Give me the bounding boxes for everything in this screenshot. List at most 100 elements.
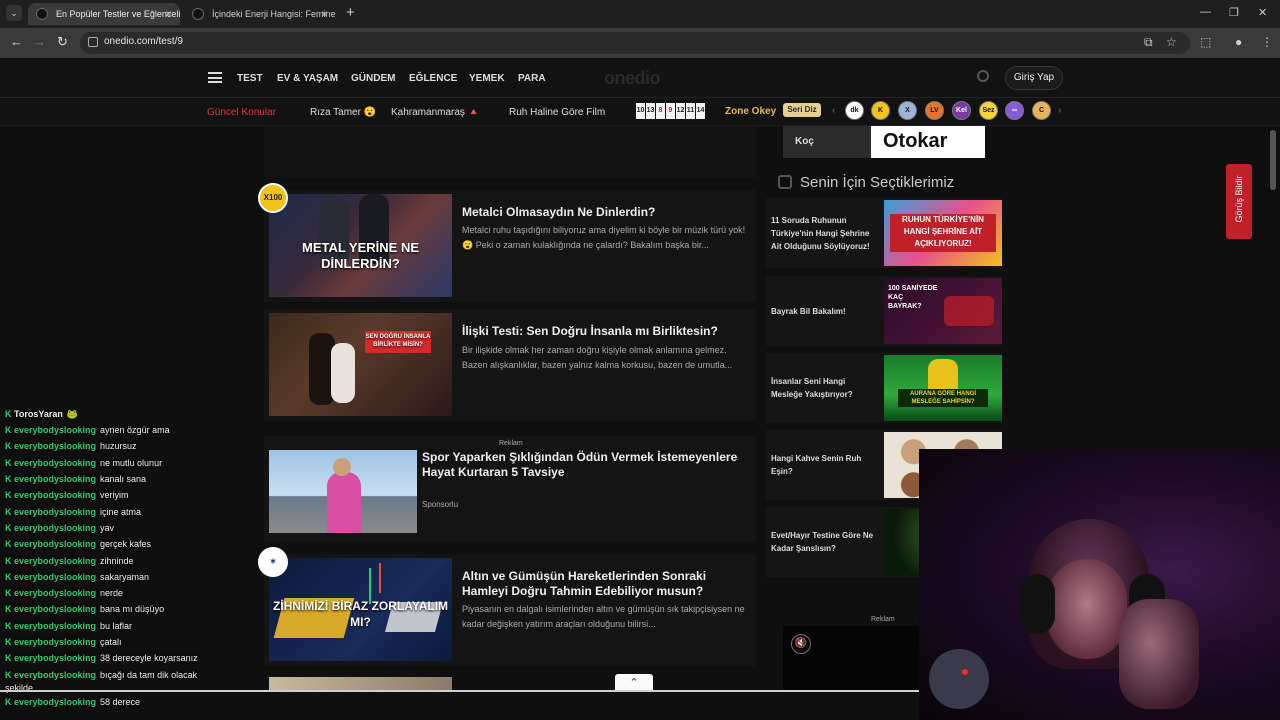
minimize-button[interactable]: — (1200, 6, 1211, 18)
quiz-title[interactable]: Metalci Olmasaydın Ne Dinlerdin? (462, 205, 747, 220)
quiz-thumbnail[interactable] (269, 677, 452, 690)
ad-banner[interactable]: Koç Otokar (783, 126, 985, 158)
ad-label: Reklam (499, 440, 523, 447)
trending-label[interactable]: Güncel Konular (207, 107, 276, 118)
recommendation-title[interactable]: İnsanlar Seni Hangi Mesleğe Yakıştırıyor… (771, 375, 879, 401)
game-icon-kel[interactable]: Kel (952, 101, 971, 120)
game-icon-x[interactable]: X (898, 101, 917, 120)
number-game-tiles[interactable]: 10 13 8 9 12 11 14 (636, 103, 705, 119)
close-tab-icon[interactable]: × (321, 3, 328, 25)
site-logo[interactable]: onedio (604, 68, 661, 89)
recommendation-title[interactable]: Bayrak Bil Bakalım! (771, 305, 879, 318)
recommendation-item[interactable]: İnsanlar Seni Hangi Mesleğe Yakıştırıyor… (766, 353, 1002, 423)
ad-label: Reklam (871, 616, 895, 623)
thumb-caption: METAL YERİNE NE DİNLERDİN? (301, 240, 420, 271)
close-window-button[interactable]: ✕ (1258, 6, 1267, 19)
quiz-title[interactable]: Altın ve Gümüşün Hareketlerinden Sonraki… (462, 569, 747, 599)
number-tile: 9 (666, 103, 675, 119)
number-tile: 11 (686, 103, 695, 119)
recommendation-title[interactable]: Evet/Hayır Testine Göre Ne Kadar Şanslıs… (771, 529, 879, 555)
search-icon[interactable] (977, 70, 989, 82)
extensions-icon[interactable]: ⬚ (1200, 35, 1211, 49)
quiz-thumbnail[interactable]: SEN DOĞRU İNSANLA BİRLİKTE MİSİN? (269, 313, 452, 416)
nav-test[interactable]: TEST (237, 73, 263, 84)
site-info-icon[interactable] (88, 37, 98, 47)
reload-icon[interactable]: ↻ (57, 34, 68, 50)
recommendation-title[interactable]: 11 Soruda Ruhunun Türkiye'nin Hangi Şehr… (771, 214, 879, 253)
trending-item[interactable]: Rıza Tamer 😮 (310, 107, 376, 118)
recommendation-thumbnail[interactable]: AURANA GÖRE HANGİ MESLEĞE SAHİPSİN? (884, 355, 1002, 421)
tab-strip: ⌄ En Popüler Testler ve Eğlenceli × İçin… (0, 0, 1280, 28)
quiz-card[interactable]: ZİHNİMİZİ BİRAZ ZORLAYALIM MI? Altın ve … (264, 554, 756, 666)
quiz-thumbnail[interactable]: ZİHNİMİZİ BİRAZ ZORLAYALIM MI? (269, 558, 452, 661)
zone-okey-link[interactable]: Zone Okey (725, 106, 776, 117)
chat-message: K TorosYaran 🐸 (5, 409, 79, 419)
nav-ev-yasam[interactable]: EV & YAŞAM (277, 73, 338, 84)
nav-yemek[interactable]: YEMEK (469, 73, 505, 84)
sponsored-title[interactable]: Spor Yaparken Şıklığından Ödün Vermek İs… (422, 450, 747, 480)
game-icon-infinity[interactable]: ∞ (1005, 101, 1024, 120)
browser-menu-icon[interactable]: ⋮ (1261, 35, 1273, 49)
profile-avatar-icon[interactable]: ● (1235, 35, 1242, 49)
recommendation-title[interactable]: Hangi Kahve Senin Ruh Eşin? (771, 452, 879, 478)
onedio-favicon-icon (192, 8, 204, 20)
restore-button[interactable]: ❐ (1229, 6, 1239, 19)
nav-para[interactable]: PARA (518, 73, 546, 84)
hamburger-menu-icon[interactable] (208, 72, 222, 83)
seri-diz-badge[interactable]: Seri Diz (783, 103, 821, 117)
game-icon-dk[interactable]: dk (845, 101, 864, 120)
chat-message: Keverybodyslooking huzursuz (5, 441, 137, 451)
nav-eglence[interactable]: EĞLENCE (409, 73, 457, 84)
recommendation-item[interactable]: 11 Soruda Ruhunun Türkiye'nin Hangi Şehr… (766, 198, 1002, 268)
game-icon-kelime[interactable]: K (871, 101, 890, 120)
tab-2[interactable]: İçindeki Enerji Hangisi: Feminen × (184, 3, 336, 25)
thumb-caption: SEN DOĞRU İNSANLA BİRLİKTE MİSİN? (365, 334, 431, 348)
chevron-right-icon[interactable]: › (1058, 105, 1061, 116)
chat-message: Keverybodyslooking içine atma (5, 507, 142, 517)
number-tile: 10 (636, 103, 645, 119)
thumb-caption: RUHUN TÜRKİYE'NİN HANGİ ŞEHRİNE AİT AÇIK… (902, 215, 984, 248)
chat-message: Keverybodyslooking kanalı sana (5, 474, 147, 484)
mute-icon[interactable]: 🔇 (791, 634, 811, 654)
bookmark-star-icon[interactable]: ☆ (1166, 35, 1177, 49)
game-icon-c[interactable]: C (1032, 101, 1051, 120)
chat-message: Keverybodyslooking 38 dereceyle koyarsanı… (5, 653, 198, 663)
tab-search-button[interactable]: ⌄ (6, 5, 22, 21)
chevron-left-icon[interactable]: ‹ (832, 105, 835, 116)
sponsored-card[interactable]: Reklam Spor Yaparken Şıklığından Ödün Ve… (264, 436, 756, 542)
install-app-icon[interactable]: ⧉ (1144, 35, 1153, 50)
quiz-thumbnail[interactable]: METAL YERİNE NE DİNLERDİN? (269, 194, 452, 297)
new-tab-button[interactable]: + (346, 4, 355, 21)
number-tile: 13 (646, 103, 655, 119)
feedback-button[interactable]: Görüş Bildir (1226, 164, 1252, 239)
quiz-title[interactable]: İlişki Testi: Sen Doğru İnsanla mı Birli… (462, 324, 747, 339)
forward-icon[interactable]: → (33, 34, 46, 49)
page-scrollbar[interactable] (1270, 130, 1276, 190)
stream-chat: K TorosYaran 🐸 Keverybodyslooking aynen özg… (0, 406, 230, 716)
chat-message: Keverybodyslooking bana mı düşüyo (5, 604, 165, 614)
video-ad[interactable]: 🔇 (783, 626, 919, 690)
chat-message: Keverybodyslooking veriyim (5, 490, 129, 500)
close-tab-icon[interactable]: × (165, 3, 172, 25)
login-button[interactable]: Giriş Yap (1005, 66, 1063, 90)
game-icon-sez[interactable]: Sez (979, 101, 998, 120)
address-bar[interactable]: onedio.com/test/9 (80, 32, 1190, 54)
trending-item[interactable]: Ruh Haline Göre Film (509, 107, 605, 118)
sponsored-thumbnail[interactable] (269, 450, 417, 533)
onedio-favicon-icon (36, 8, 48, 20)
sponsored-label: Sponsorlu (422, 500, 459, 509)
recommendation-item[interactable]: Bayrak Bil Bakalım! 100 SANİYEDE KAÇ BAY… (766, 276, 1002, 346)
browser-toolbar: ← → ↻ onedio.com/test/9 ⧉ ☆ ⬚ ● ⋮ (0, 28, 1280, 58)
ad-brand-right: Otokar (883, 130, 948, 152)
tab-1[interactable]: En Popüler Testler ve Eğlenceli × (28, 3, 180, 25)
quiz-card[interactable]: METAL YERİNE NE DİNLERDİN? Metalci Olmas… (264, 190, 756, 302)
nav-gundem[interactable]: GÜNDEM (351, 73, 395, 84)
recommendation-thumbnail[interactable]: 100 SANİYEDE KAÇ BAYRAK? (884, 278, 1002, 344)
url-text: onedio.com/test/9 (104, 36, 183, 47)
back-icon[interactable]: ← (10, 34, 23, 49)
chat-message: Keverybodyslooking zihninde (5, 556, 134, 566)
game-icon-lv[interactable]: LV (925, 101, 944, 120)
recommendation-thumbnail[interactable]: RUHUN TÜRKİYE'NİN HANGİ ŞEHRİNE AİT AÇIK… (884, 200, 1002, 266)
quiz-card[interactable]: SEN DOĞRU İNSANLA BİRLİKTE MİSİN? İlişki… (264, 309, 756, 421)
trending-item[interactable]: Kahramanmaraş 🔺 (391, 107, 480, 118)
